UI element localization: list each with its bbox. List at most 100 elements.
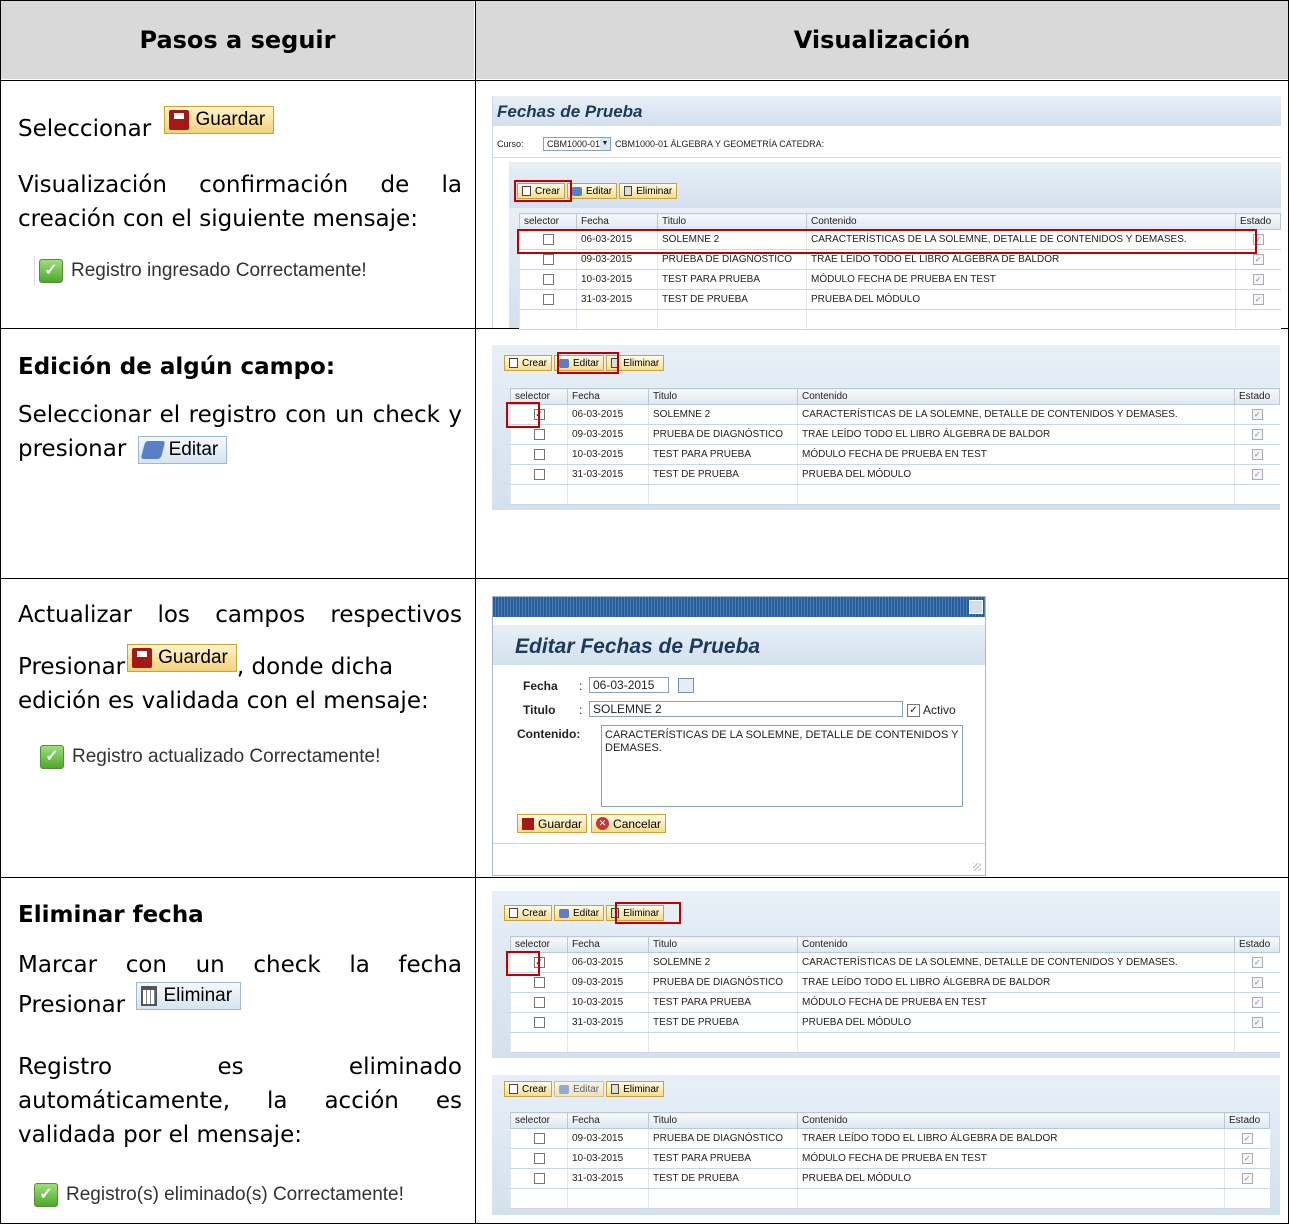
crear-button[interactable]: Crear [504,1081,553,1097]
cell-fecha: 09-03-2015 [567,1128,649,1149]
column-header[interactable]: Titulo [648,1112,798,1129]
checkbox-icon[interactable] [533,1132,545,1144]
editar-button[interactable]: Editar [554,1081,605,1097]
eliminar-button[interactable]: Eliminar [619,183,678,199]
eliminar-button[interactable]: Eliminar [606,1081,665,1097]
checkbox-checked-icon: ✓ [907,703,920,717]
checkbox-icon[interactable] [542,293,554,305]
column-header[interactable]: Titulo [657,213,807,230]
save-button-inline: Guardar [127,643,237,672]
checkbox-icon[interactable] [542,273,554,285]
row-selector-cell[interactable] [510,1168,568,1189]
checkbox-icon[interactable] [533,1016,545,1028]
column-header[interactable]: Estado [1235,213,1281,230]
column-header[interactable]: Fecha [567,388,649,405]
row3-success-message: ✓ Registro actualizado Correctamente! [40,742,380,772]
column-header[interactable]: Contenido [797,936,1235,953]
new-document-icon [509,908,518,918]
column-header[interactable]: Fecha [567,936,649,953]
row-selector-cell[interactable] [510,444,568,465]
trash-icon [141,985,158,1006]
column-header[interactable]: selector [510,1112,568,1129]
column-header[interactable]: Titulo [648,936,798,953]
checkbox-disabled-icon: ✓ [1251,468,1263,480]
column-header[interactable]: Estado [1234,936,1280,953]
chevron-down-icon[interactable]: ▼ [600,138,610,150]
delete-button-label: Eliminar [163,984,233,1006]
empty-row [510,1032,1280,1053]
column-header[interactable]: Fecha [576,213,658,230]
checkbox-icon[interactable] [533,996,545,1008]
column-header[interactable]: selector [519,213,577,230]
cell-titulo: TEST DE PRUEBA [648,1012,798,1033]
cell-estado: ✓ [1235,269,1281,290]
maximize-icon[interactable] [969,600,983,614]
curso-select-value: CBM1000-01 [547,139,601,149]
checkbox-icon[interactable] [533,1152,545,1164]
editar-button[interactable]: Editar [554,905,605,921]
checkbox-icon[interactable] [533,428,545,440]
table-row[interactable]: 09-03-2015 PRUEBA DE DIAGNÓSTICO TRAE LEÍD… [510,972,1280,993]
editar-button[interactable]: Editar [567,183,618,199]
table-row[interactable]: 09-03-2015 PRUEBA DE DIAGNÓSTICO TRAE LEÍD… [510,424,1280,445]
edit-icon [559,1084,570,1094]
column-header[interactable]: Contenido [797,1112,1225,1129]
table-row[interactable]: 10-03-2015 TEST PARA PRUEBA MÓDULO FECHA D… [510,1148,1270,1169]
activo-checkbox[interactable]: ✓ Activo [907,703,956,717]
row3-message-text: Registro actualizado Correctamente! [72,746,381,767]
guardar-button[interactable]: Guardar [517,814,588,833]
row-selector-cell[interactable] [519,289,577,310]
table-row[interactable]: 10-03-2015 TEST PARA PRUEBA MÓDULO FECHA D… [519,269,1281,290]
cell-fecha: 10-03-2015 [567,444,649,465]
column-header[interactable]: Titulo [648,388,798,405]
curso-select[interactable]: CBM1000-01 ▼ [543,137,611,151]
checkbox-icon[interactable] [533,448,545,460]
titulo-label: Titulo [523,703,556,717]
row-selector-cell[interactable] [510,1128,568,1149]
cell-estado: ✓ [1235,289,1281,310]
checkbox-icon[interactable] [533,468,545,480]
sap-panel-title: Fechas de Prueba [497,102,643,121]
row-selector-cell[interactable] [519,269,577,290]
resize-grip-icon[interactable] [973,863,981,871]
table-row[interactable]: 10-03-2015 TEST PARA PRUEBA MÓDULO FECHA D… [510,444,1280,465]
crear-button[interactable]: Crear [504,905,553,921]
table-border-top [0,0,1289,1]
column-header[interactable]: Estado [1234,388,1280,405]
calendar-icon[interactable] [678,678,694,693]
empty-cell [1235,309,1281,330]
row-selector-cell[interactable] [510,1148,568,1169]
row4-message-text: Registro(s) eliminado(s) Correctamente! [66,1184,404,1205]
column-header[interactable]: Contenido [797,388,1235,405]
table-row[interactable]: 31-03-2015 TEST DE PRUEBA PRUEBA DEL MÓDUL… [510,464,1280,485]
row-selector-cell[interactable] [510,1012,568,1033]
table-row[interactable]: ✓ 06-03-2015 SOLEMNE 2 CARACTERÍSTICAS DE L… [510,952,1280,973]
checkbox-icon[interactable] [533,1172,545,1184]
cell-contenido: TRAER LEÍDO TODO EL LIBRO ÁLGEBRA DE BAL… [797,1128,1225,1149]
row4-text2: Registro es eliminado automáticamente, l… [18,1054,462,1148]
row-selector-cell[interactable] [510,464,568,485]
checkbox-icon[interactable] [542,253,554,265]
sap-delete-panel: Crear Editar Eliminar selector Fecha Titul… [492,891,1280,1058]
contenido-textarea[interactable]: CARACTERÍSTICAS DE LA SOLEMNE, DETALLE D… [601,725,963,807]
table-row[interactable]: 31-03-2015 TEST DE PRUEBA PRUEBA DEL MÓDUL… [519,289,1281,310]
table-row[interactable]: 10-03-2015 TEST PARA PRUEBA MÓDULO FECHA D… [510,992,1280,1013]
fecha-input[interactable]: 06-03-2015 [589,677,669,693]
checkbox-icon[interactable] [533,976,545,988]
table-row[interactable]: 31-03-2015 TEST DE PRUEBA PRUEBA DEL MÓDUL… [510,1012,1280,1033]
cancelar-button[interactable]: ✕ Cancelar [591,814,667,833]
checkbox-disabled-icon: ✓ [1251,428,1263,440]
column-header[interactable]: Fecha [567,1112,649,1129]
table-row[interactable]: ✓ 06-03-2015 SOLEMNE 2 CARACTERÍSTICAS DE L… [510,404,1280,425]
column-header[interactable]: Estado [1224,1112,1270,1129]
dialog-buttons: Guardar ✕ Cancelar [517,814,667,833]
table-row[interactable]: 31-03-2015 TEST DE PRUEBA PRUEBA DEL MÓDUL… [510,1168,1270,1189]
table-row[interactable]: 09-03-2015 PRUEBA DE DIAGNÓSTICO TRAER LEÍ… [510,1128,1270,1149]
checkbox-disabled-icon: ✓ [1252,293,1264,305]
empty-row [510,1188,1270,1209]
column-header[interactable]: Contenido [806,213,1236,230]
row-selector-cell[interactable] [510,992,568,1013]
titulo-input[interactable]: SOLEMNE 2 [589,701,903,717]
crear-button[interactable]: Crear [504,355,553,371]
row3-press-text: Presionar [18,654,126,680]
